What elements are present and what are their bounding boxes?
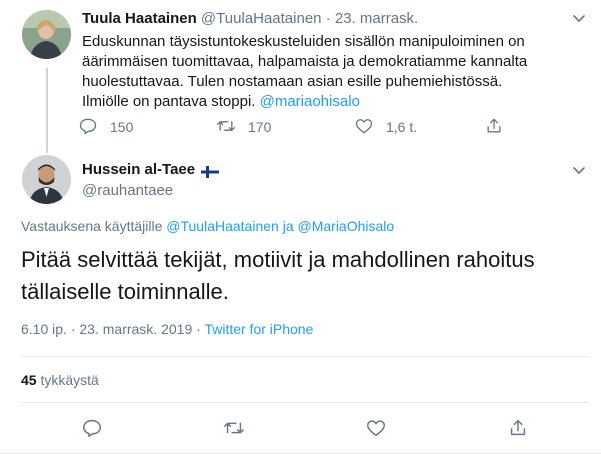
parent-reply-count: 150 [110, 119, 134, 135]
reply-user-link-1[interactable]: @TuulaHaatainen [166, 218, 279, 234]
parent-separator: · [325, 10, 331, 27]
thread-connector [46, 68, 48, 153]
parent-date[interactable]: 23. marrask. [335, 10, 418, 27]
reply-prefix: Vastauksena käyttäjille [21, 218, 163, 234]
parent-tweet-text: Eduskunnan täysistuntokeskusteluiden sis… [82, 32, 552, 112]
parent-retweet-count: 170 [248, 119, 272, 135]
parent-author-handle[interactable]: @TuulaHaatainen [201, 10, 322, 27]
replying-to-line: Vastauksena käyttäjille @TuulaHaatainen … [21, 217, 394, 235]
share-icon [484, 116, 504, 139]
main-share-button[interactable] [507, 417, 531, 441]
reply-icon [81, 419, 103, 443]
parent-like-count: 1,6 t. [386, 119, 418, 135]
heart-icon [354, 116, 374, 139]
main-retweet-button[interactable] [223, 417, 247, 441]
parent-mention-link[interactable]: @mariaohisalo [260, 93, 360, 110]
tweet-source-link[interactable]: Twitter for iPhone [204, 321, 313, 337]
reply-and: ja [282, 218, 294, 234]
tweet-metadata: 6.10 ip. · 23. marrask. 2019 · Twitter f… [21, 320, 313, 338]
meta-separator-2: · [196, 321, 201, 337]
reply-icon [78, 116, 98, 139]
parent-tweet-header: Tuula Haatainen @TuulaHaatainen · 23. ma… [82, 10, 418, 28]
avatar-tuula[interactable] [22, 10, 71, 59]
divider-top [21, 356, 589, 357]
main-action-bar [0, 417, 601, 441]
share-icon [507, 419, 529, 443]
main-like-button[interactable] [365, 417, 389, 441]
reply-user-link-2[interactable]: @MariaOhisalo [298, 218, 395, 234]
avatar-hussein[interactable] [22, 155, 71, 204]
main-author-name-row[interactable]: Hussein al-Taee [82, 160, 220, 180]
chevron-down-icon[interactable] [569, 160, 589, 180]
main-tweet-text: Pitää selvittää tekijät, motiivit ja mah… [21, 247, 535, 304]
heart-icon [365, 420, 387, 443]
finland-flag-icon [200, 164, 220, 179]
main-author-handle[interactable]: @rauhantaee [82, 181, 173, 201]
main-reply-button[interactable] [81, 417, 105, 441]
parent-action-bar: 150 170 1,6 t. [78, 116, 508, 138]
tweet-date[interactable]: 23. marrask. 2019 [79, 321, 192, 337]
likes-count: 45 [21, 372, 37, 388]
likes-summary[interactable]: 45 tykkäystä [21, 371, 99, 389]
divider-bottom [21, 402, 589, 403]
chevron-down-icon[interactable] [569, 8, 589, 28]
main-author-name[interactable]: Hussein al-Taee [82, 160, 195, 180]
meta-separator-1: · [70, 321, 76, 337]
parent-retweet-button[interactable]: 170 [216, 116, 271, 138]
retweet-icon [216, 116, 236, 139]
parent-share-button[interactable] [484, 116, 504, 138]
parent-reply-button[interactable]: 150 [78, 116, 133, 138]
retweet-icon [223, 422, 245, 443]
parent-like-button[interactable]: 1,6 t. [354, 116, 417, 138]
likes-label: tykkäystä [40, 372, 99, 388]
parent-author-name[interactable]: Tuula Haatainen [82, 10, 197, 27]
tweet-time[interactable]: 6.10 ip. [21, 321, 67, 337]
